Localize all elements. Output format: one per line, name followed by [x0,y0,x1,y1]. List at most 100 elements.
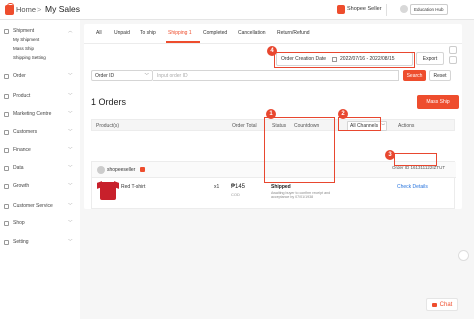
sidebar-item-marketing[interactable]: Marketing Centre [4,111,51,117]
sidebar-item-label: Order [13,73,26,79]
sidebar-item-setting[interactable]: Setting [4,239,29,245]
top-bar: Home > My Sales Shopee Seller Education … [0,0,474,20]
chevron-down-icon[interactable]: ﹀ [68,73,73,79]
column-order-total: Order Total [232,123,257,129]
chevron-down-icon[interactable]: ﹀ [68,165,73,171]
orders-count: 1 Orders [91,97,127,107]
chevron-down-icon[interactable]: ﹀ [68,111,73,117]
sidebar-item-data[interactable]: Data [4,165,24,171]
annotation-box-4 [274,52,415,68]
product-image [100,182,116,200]
chat-icon[interactable] [140,167,145,172]
annotation-badge-2: 2 [338,109,348,119]
avatar[interactable] [400,5,408,13]
search-input[interactable]: Input order ID [153,70,399,81]
help-icon[interactable] [449,46,457,54]
product-quantity: x1 [214,184,220,190]
account-button[interactable]: Education Hub [410,4,448,15]
annotation-badge-3: 3 [385,150,395,160]
annotation-box-2 [338,117,381,131]
chat-button[interactable]: Chat [426,298,458,311]
seller-logo-icon [337,5,345,14]
sidebar-item-shipment[interactable]: Shipment [4,28,34,34]
chevron-down-icon[interactable]: ﹀ [68,220,73,226]
settings-icon[interactable] [449,56,457,64]
divider [84,43,462,44]
chevron-down-icon: ﹀ [144,73,150,78]
seller-centre-label[interactable]: Shopee Seller [347,6,382,12]
chevron-down-icon[interactable]: ﹀ [68,129,73,135]
sidebar-item-finance[interactable]: Finance [4,147,31,153]
tab-to-ship[interactable]: To ship [140,30,156,36]
tab-completed[interactable]: Completed [203,30,227,36]
tab-return-refund[interactable]: Return/Refund [277,30,310,36]
sidebar-item-growth[interactable]: Growth [4,183,29,189]
payment-method: COD [231,192,240,197]
data-icon [4,165,9,171]
tab-cancellation[interactable]: Cancellation [238,30,266,36]
order-icon [4,73,9,79]
chevron-down-icon[interactable]: ﹀ [68,93,73,99]
annotation-box-3 [394,153,437,166]
sidebar-item-product[interactable]: Product [4,93,30,99]
column-products: Product(s) [96,123,120,129]
mass-ship-button[interactable]: Mass Ship [417,95,459,109]
mass-ship-label: Mass Ship [426,99,450,105]
setting-icon [4,239,9,245]
annotation-badge-4: 4 [267,46,277,56]
chevron-up-icon[interactable]: ︿ [68,28,73,34]
shop-icon [4,220,9,226]
sidebar-item-label: Customers [13,129,38,135]
sidebar-item-label: Setting [13,239,29,245]
search-field-value: Order ID [95,72,115,79]
annotation-box-1 [264,117,335,183]
search-button[interactable]: Search [403,70,426,81]
tab-unpaid[interactable]: Unpaid [114,30,130,36]
chevron-down-icon[interactable]: ﹀ [68,239,73,245]
headset-icon[interactable] [458,250,469,261]
search-field-select[interactable]: Order ID ﹀ [91,70,153,81]
tab-all[interactable]: All [96,30,102,36]
sidebar-item-label: Finance [13,147,31,153]
status-badge: Shipped [271,184,291,190]
order-total: ₱145 [231,184,246,190]
chevron-down-icon[interactable]: ﹀ [68,147,73,153]
marketing-icon [4,111,9,117]
sidebar-subitem-mass-ship[interactable]: Mass Ship [13,46,34,51]
export-button[interactable]: Export [416,52,444,65]
sidebar-item-shop[interactable]: Shop [4,220,25,226]
buyer-name[interactable]: shopeeseller [107,167,135,173]
annotation-badge-1: 1 [266,109,276,119]
chevron-down-icon[interactable]: ﹀ [68,183,73,189]
check-details-link[interactable]: Check Details [397,184,428,190]
sidebar: Shipment ︿ My Shipment Mass Ship Shippin… [0,20,80,319]
divider [386,4,387,16]
sidebar-item-order[interactable]: Order [4,73,26,79]
sidebar-item-customer-service[interactable]: Customer Service [4,203,53,209]
sidebar-item-label: Shipment [13,28,35,34]
reset-button[interactable]: Reset [429,70,451,81]
sidebar-item-customers[interactable]: Customers [4,129,37,135]
sidebar-subitem-shipping-setting[interactable]: Shipping Setting [13,55,46,60]
sidebar-item-label: Customer Service [13,203,53,209]
column-actions: Actions [398,123,415,129]
page-title: My Sales [45,4,80,14]
tab-shipping[interactable]: Shipping 1 [168,30,192,36]
truck-icon [4,28,9,34]
product-name: Red T-shirt [121,184,146,190]
sidebar-subitem-my-shipment[interactable]: My Shipment [13,37,39,42]
shopee-logo-icon[interactable] [5,3,14,15]
sidebar-item-label: Product [13,93,31,99]
customers-icon [4,129,9,135]
product-icon [4,93,9,99]
chevron-down-icon[interactable]: ﹀ [68,203,73,209]
status-description: Awaiting buyer to confirm receipt and ac… [271,191,331,200]
customer-service-icon [4,203,9,209]
chevron-down-icon: ﹀ [381,123,386,128]
breadcrumb-separator: > [37,5,42,14]
avatar [97,166,105,174]
finance-icon [4,147,9,153]
breadcrumb-home[interactable]: Home [16,5,36,14]
chat-label: Chat [439,301,453,308]
sidebar-item-label: Marketing Centre [13,111,52,117]
